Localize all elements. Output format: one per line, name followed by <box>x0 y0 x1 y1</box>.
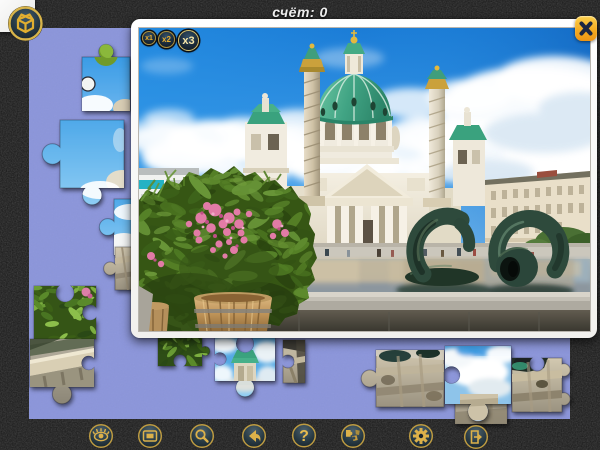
svg-text:?: ? <box>299 428 309 445</box>
